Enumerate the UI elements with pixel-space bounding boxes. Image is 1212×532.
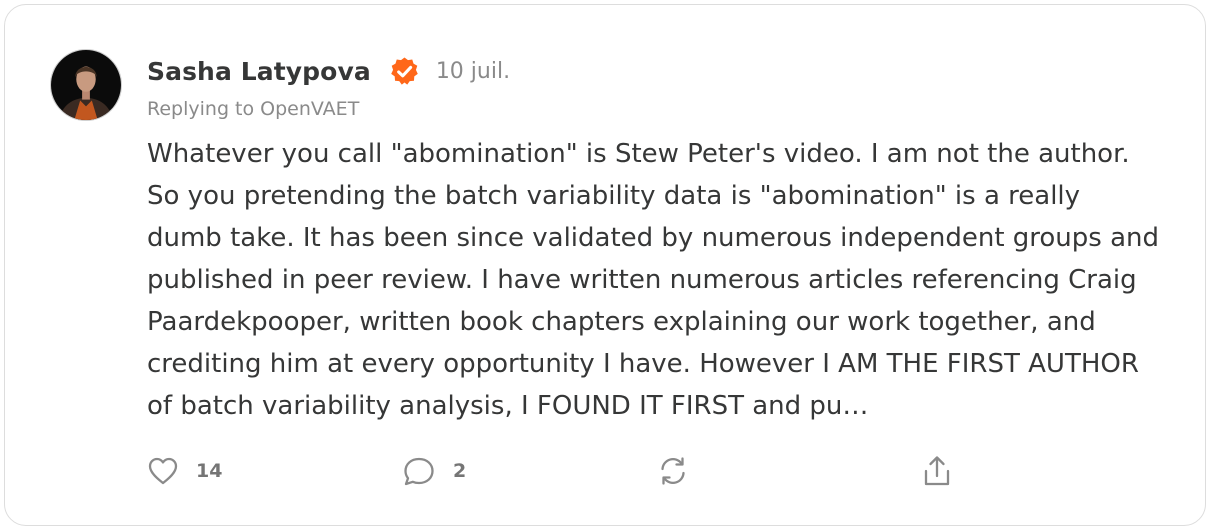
restack-button[interactable] xyxy=(657,453,689,489)
restack-icon xyxy=(661,457,685,485)
comment-button[interactable]: 2 xyxy=(402,453,466,489)
avatar[interactable] xyxy=(50,49,122,121)
comment-bubble-icon xyxy=(404,457,434,486)
verified-check-icon xyxy=(389,56,420,87)
share-button[interactable] xyxy=(921,453,953,489)
note-card[interactable]: Sasha Latypova 10 juil. Replying to Open… xyxy=(4,4,1206,526)
author-name[interactable]: Sasha Latypova xyxy=(147,57,371,86)
comment-count: 2 xyxy=(453,460,467,482)
note-body[interactable]: Whatever you call "abomination" is Stew … xyxy=(147,133,1187,427)
heart-icon xyxy=(148,457,178,485)
avatar-image xyxy=(51,50,121,120)
share-icon xyxy=(924,456,950,486)
note-date[interactable]: 10 juil. xyxy=(436,59,510,84)
replying-to[interactable]: Replying to OpenVAET xyxy=(147,98,359,120)
like-button[interactable]: 14 xyxy=(147,453,222,489)
like-count: 14 xyxy=(196,460,223,482)
note-header: Sasha Latypova 10 juil. xyxy=(147,53,510,89)
